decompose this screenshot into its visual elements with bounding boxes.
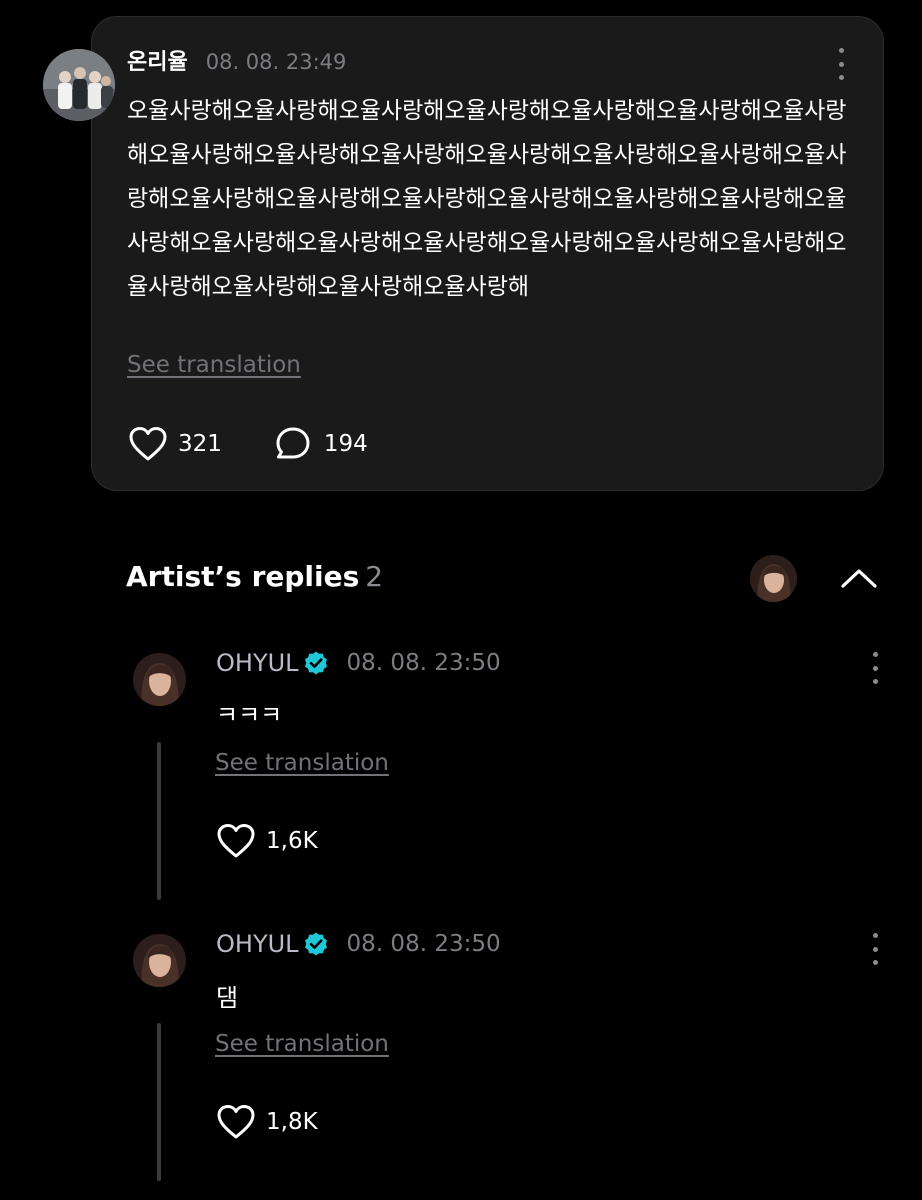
artist-replies-title: Artist’s replies [126, 560, 360, 593]
reply-author-name[interactable]: OHYUL [216, 649, 299, 677]
reply-header: OHYUL 08. 08. 23:50 [216, 930, 501, 958]
post-header: 온리율 08. 08. 23:49 [127, 44, 346, 76]
post-like-count: 321 [178, 431, 222, 457]
artist-replies-heading: Artist’s replies 2 [126, 560, 383, 593]
chevron-up-icon [841, 569, 877, 588]
reply-like-count: 1,6K [266, 828, 318, 854]
heart-icon [217, 1105, 255, 1139]
reply-more-vertical-icon[interactable] [869, 933, 881, 965]
artist-portrait-image [750, 555, 797, 602]
artist-portrait-image [133, 653, 186, 706]
reply-timestamp: 08. 08. 23:50 [346, 650, 501, 676]
post-like-button[interactable]: 321 [128, 426, 222, 462]
verified-badge-icon [304, 932, 327, 956]
artist-avatar [750, 555, 797, 602]
thread-line [157, 1023, 161, 1181]
post-timestamp: 08. 08. 23:49 [205, 50, 347, 74]
reply-author-avatar[interactable] [133, 934, 186, 987]
post-comment-count: 194 [323, 431, 368, 457]
reply-see-translation-link[interactable]: See translation [215, 750, 389, 776]
post-author-name[interactable]: 온리율 [127, 44, 188, 76]
reply-text: 댐 [216, 984, 239, 1012]
heart-icon [129, 427, 167, 461]
artist-portrait-image [133, 934, 186, 987]
post-author-avatar[interactable] [43, 49, 115, 121]
heart-icon [217, 824, 255, 858]
reply-like-button[interactable]: 1,8K [216, 1104, 318, 1140]
reply-header: OHYUL 08. 08. 23:50 [216, 649, 501, 677]
post-body-text: 오율사랑해오율사랑해오율사랑해오율사랑해오율사랑해오율사랑해오율사랑해오율사랑해… [127, 98, 847, 300]
group-photo-avatar-image [43, 49, 115, 121]
fan-post-card: 온리율 08. 08. 23:49 오율사랑해오율사랑해오율사랑해오율사랑해오율… [91, 16, 884, 491]
artist-replies-count: 2 [365, 560, 384, 593]
reply-more-vertical-icon[interactable] [869, 652, 881, 684]
post-see-translation-link[interactable]: See translation [127, 352, 301, 378]
reply-author-avatar[interactable] [133, 653, 186, 706]
post-more-vertical-icon[interactable] [835, 48, 847, 80]
reply-timestamp: 08. 08. 23:50 [346, 931, 501, 957]
reply-text: ㅋㅋㅋ [216, 701, 283, 729]
reply-author-name[interactable]: OHYUL [216, 930, 299, 958]
post-actions: 321 194 [128, 426, 368, 462]
verified-badge-icon [304, 651, 327, 675]
speech-bubble-icon [276, 427, 310, 459]
post-comment-button[interactable]: 194 [274, 426, 368, 462]
reply-like-button[interactable]: 1,6K [216, 823, 318, 859]
collapse-replies-button[interactable] [838, 560, 880, 596]
thread-line [157, 742, 161, 900]
reply-see-translation-link[interactable]: See translation [215, 1031, 389, 1057]
reply-like-count: 1,8K [266, 1109, 318, 1135]
